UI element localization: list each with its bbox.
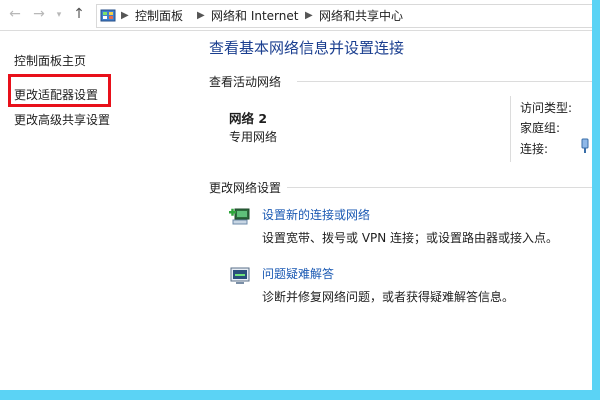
up-arrow-icon[interactable]: ↑ (70, 5, 88, 23)
address-bar: ← → ▾ ↑ ▶ 控制面板 ▶ 网络和 Internet ▶ 网络和共享中心 (0, 0, 592, 31)
connections-label: 连接: (520, 142, 549, 156)
troubleshoot-problems-link[interactable]: 问题疑难解答 (262, 265, 334, 282)
section-divider (297, 81, 592, 82)
breadcrumb-network-internet[interactable]: 网络和 Internet (211, 5, 298, 27)
vertical-divider (510, 96, 511, 162)
access-type-label: 访问类型: (520, 101, 573, 115)
troubleshoot-problems-description: 诊断并修复网络问题，或者获得疑难解答信息。 (262, 290, 515, 304)
breadcrumb-control-panel[interactable]: 控制面板 (135, 5, 183, 27)
page-title: 查看基本网络信息并设置连接 (209, 39, 405, 57)
sidebar-item-advanced-sharing-settings[interactable]: 更改高级共享设置 (14, 111, 110, 128)
breadcrumb-network-sharing-center[interactable]: 网络和共享中心 (319, 5, 403, 27)
address-field[interactable]: ▶ 控制面板 ▶ 网络和 Internet ▶ 网络和共享中心 (96, 4, 592, 28)
section-divider (287, 187, 592, 188)
ethernet-icon[interactable] (580, 138, 590, 154)
breadcrumb-separator-icon: ▶ (121, 10, 129, 21)
new-connection-icon[interactable] (229, 206, 251, 228)
breadcrumb-separator-icon[interactable]: ▶ (197, 5, 205, 27)
setup-new-connection-description: 设置宽带、拨号或 VPN 连接；或设置路由器或接入点。 (262, 231, 559, 245)
recent-locations-chevron-icon[interactable]: ▾ (50, 6, 68, 24)
back-arrow-icon[interactable]: ← (6, 5, 24, 23)
network-type-link[interactable]: 专用网络 (229, 128, 277, 145)
highlight-box (8, 74, 111, 107)
network-name: 网络 2 (229, 111, 268, 126)
change-network-settings-heading: 更改网络设置 (209, 181, 282, 195)
homegroup-label: 家庭组: (520, 121, 561, 135)
troubleshoot-icon[interactable] (229, 265, 251, 287)
sidebar-item-control-panel-home[interactable]: 控制面板主页 (14, 52, 86, 69)
network-sharing-center-window: ← → ▾ ↑ ▶ 控制面板 ▶ 网络和 Internet ▶ 网络和共享中心 … (0, 0, 592, 390)
forward-arrow-icon[interactable]: → (30, 5, 48, 23)
active-networks-heading: 查看活动网络 (209, 75, 282, 89)
control-panel-icon (100, 9, 116, 22)
setup-new-connection-link[interactable]: 设置新的连接或网络 (262, 206, 370, 223)
breadcrumb-separator-icon[interactable]: ▶ (305, 5, 313, 27)
